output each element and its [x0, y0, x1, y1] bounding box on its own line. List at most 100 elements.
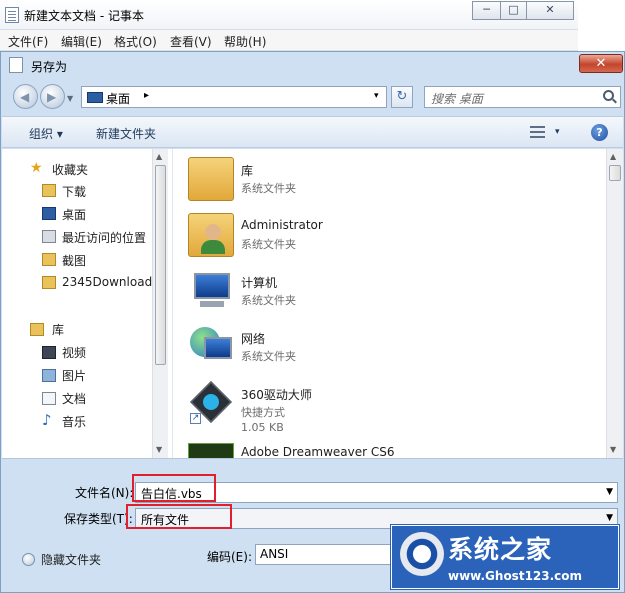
list-item[interactable]: 计算机 系统文件夹 [173, 261, 593, 317]
nav-scroll-thumb[interactable] [155, 165, 166, 365]
file-type: 系统文件夹 [241, 350, 296, 363]
watermark-url: www.Ghost123.com [448, 569, 583, 583]
new-folder-button[interactable]: 新建文件夹 [96, 125, 156, 142]
notepad-title: 新建文本文档 - 记事本 [24, 9, 144, 23]
help-button[interactable]: ? [591, 124, 608, 141]
back-arrow-icon: ◀ [20, 90, 30, 104]
nav-favorites[interactable]: 收藏夹 [52, 161, 164, 178]
folder-icon [42, 253, 56, 266]
maximize-button[interactable]: □ [500, 1, 527, 20]
monitor-screen-icon [194, 273, 230, 299]
video-icon [42, 346, 56, 359]
list-item[interactable]: ↗ 360驱动大师 快捷方式 1.05 KB [173, 373, 593, 437]
site-logo-icon [400, 532, 444, 576]
command-toolbar: 组织 ▾ 新建文件夹 ▾ ? [2, 116, 623, 148]
watermark-title: 系统之家 [448, 535, 553, 564]
search-icon[interactable] [603, 90, 614, 101]
pictures-icon [42, 369, 56, 382]
encoding-value[interactable]: ANSI [260, 547, 288, 561]
file-scroll-thumb[interactable] [609, 165, 621, 181]
save-dialog-icon [9, 57, 23, 73]
nav-2345downloads[interactable]: 2345Downloads [62, 275, 152, 289]
file-list: 库 系统文件夹 Administrator 系统文件夹 计算机 系统文件夹 网络… [173, 149, 606, 458]
dreamweaver-icon [188, 443, 234, 458]
navigation-pane: ★ 收藏夹 下载 桌面 最近访问的位置 截图 2345Downloads 库 视… [2, 149, 168, 458]
back-button[interactable]: ◀ [13, 84, 38, 109]
notepad-close-button[interactable]: ✕ [526, 1, 574, 20]
list-item[interactable]: 库 系统文件夹 [173, 149, 593, 205]
refresh-button[interactable]: ↻ [391, 86, 413, 108]
folder-icon [42, 276, 56, 289]
forward-arrow-icon: ▶ [47, 90, 57, 104]
view-options-icon[interactable] [530, 126, 545, 138]
nav-libraries[interactable]: 库 [52, 321, 164, 338]
watermark-logo: 系统之家 www.Ghost123.com [391, 525, 619, 589]
address-dropdown-icon[interactable]: ▾ [374, 91, 379, 101]
desktop-icon [87, 92, 103, 103]
file-name: Adobe Dreamweaver CS6 [241, 445, 395, 458]
user-avatar-icon [205, 224, 221, 240]
monitor-stand-icon [200, 301, 224, 307]
file-type: 系统文件夹 [241, 294, 296, 307]
file-name: 计算机 [241, 276, 278, 290]
encoding-select[interactable]: ANSI [255, 544, 395, 565]
recent-locations-dropdown[interactable]: ▼ [67, 94, 73, 103]
user-folder-icon [188, 213, 234, 257]
menu-file[interactable]: 文件(F) [8, 33, 48, 50]
encoding-label: 编码(E): [207, 550, 252, 564]
forward-button[interactable]: ▶ [40, 84, 65, 109]
computer-icon [188, 269, 234, 313]
download-folder-icon [42, 184, 56, 197]
file-type: 快捷方式 [241, 406, 285, 419]
menu-view[interactable]: 查看(V) [170, 33, 212, 50]
monitor-screen-icon [204, 337, 232, 359]
address-chevron-icon[interactable]: ▸ [144, 90, 149, 101]
file-name: Administrator [241, 218, 323, 232]
filename-highlight-box [132, 474, 216, 502]
file-type: 系统文件夹 [241, 182, 296, 195]
nav-scrollbar[interactable]: ▲ ▼ [152, 149, 168, 458]
desktop-icon [42, 207, 56, 220]
network-icon [188, 325, 234, 369]
file-list-scrollbar[interactable]: ▲ ▼ [606, 149, 623, 458]
view-dropdown-icon[interactable]: ▾ [555, 127, 560, 137]
chevron-down-icon[interactable]: ▼ [606, 487, 613, 497]
star-icon: ★ [30, 160, 43, 176]
gear-icon [203, 394, 219, 410]
documents-icon [42, 392, 56, 405]
menu-format[interactable]: 格式(O) [114, 33, 157, 50]
hide-folders-icon[interactable] [22, 553, 35, 566]
music-icon: ♪ [42, 411, 52, 429]
menu-edit[interactable]: 编辑(E) [61, 33, 102, 50]
list-item[interactable]: Adobe Dreamweaver CS6 [173, 429, 593, 458]
scroll-down-icon[interactable]: ▼ [610, 445, 616, 454]
driver-master-icon: ↗ [188, 381, 234, 425]
menu-help[interactable]: 帮助(H) [224, 33, 266, 50]
list-item[interactable]: Administrator 系统文件夹 [173, 205, 593, 261]
filetype-label: 保存类型(T): [64, 512, 133, 526]
dialog-close-button[interactable]: ✕ [579, 54, 623, 73]
library-icon [30, 323, 44, 336]
file-name: 网络 [241, 332, 266, 346]
address-location[interactable]: 桌面 [106, 90, 130, 107]
save-as-dialog: 另存为 ✕ ◀ ▶ ▼ 桌面 ▸ ▾ ↻ 搜索 桌面 组织 ▾ 新建文件夹 ▾ … [0, 51, 625, 593]
filename-label: 文件名(N): [75, 486, 134, 500]
chevron-down-icon[interactable]: ▼ [606, 513, 613, 523]
search-placeholder: 搜索 桌面 [431, 92, 483, 106]
minimize-button[interactable]: ─ [472, 1, 501, 20]
filetype-highlight-box [126, 504, 232, 529]
notepad-menubar: 文件(F) 编辑(E) 格式(O) 查看(V) 帮助(H) [0, 30, 578, 51]
address-bar[interactable]: 桌面 ▸ ▾ [81, 86, 387, 108]
scroll-down-icon[interactable]: ▼ [156, 445, 162, 454]
list-item[interactable]: 网络 系统文件夹 [173, 317, 593, 373]
hide-folders-button[interactable]: 隐藏文件夹 [41, 551, 101, 568]
shortcut-arrow-icon: ↗ [190, 413, 201, 424]
user-body-icon [201, 240, 225, 254]
recent-places-icon [42, 230, 56, 243]
organize-button[interactable]: 组织 ▾ [29, 125, 63, 142]
scroll-up-icon[interactable]: ▲ [610, 152, 616, 161]
dialog-title: 另存为 [31, 60, 68, 74]
file-name: 库 [241, 164, 254, 178]
search-input[interactable]: 搜索 桌面 [424, 86, 621, 108]
scroll-up-icon[interactable]: ▲ [156, 152, 162, 161]
